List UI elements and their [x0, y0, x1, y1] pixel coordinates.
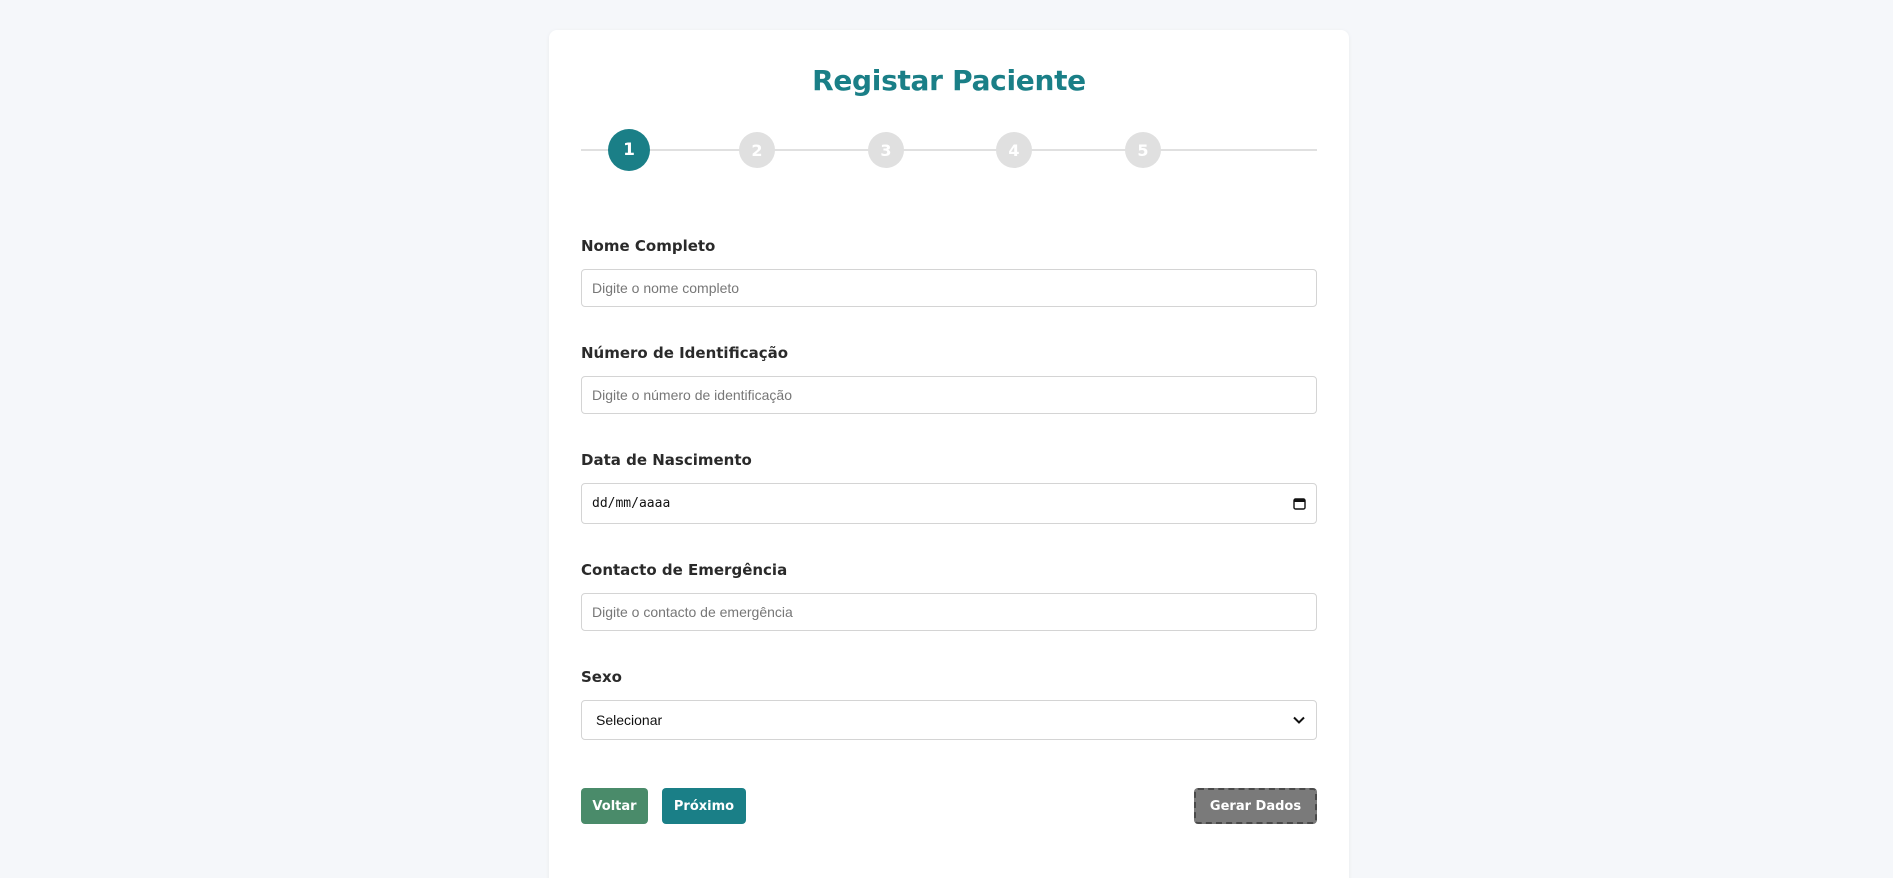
step-1[interactable]: 1 [608, 129, 650, 171]
step-2[interactable]: 2 [739, 132, 775, 168]
next-button[interactable]: Próximo [662, 788, 746, 824]
chevron-down-icon [1292, 713, 1306, 727]
full-name-label: Nome Completo [581, 237, 716, 255]
emergency-contact-label: Contacto de Emergência [581, 561, 788, 579]
back-button[interactable]: Voltar [581, 788, 648, 824]
page-title: Registar Paciente [812, 64, 1086, 97]
step-3[interactable]: 3 [868, 132, 904, 168]
sex-select[interactable]: Selecionar [581, 700, 1317, 740]
step-5[interactable]: 5 [1125, 132, 1161, 168]
step-4[interactable]: 4 [996, 132, 1032, 168]
stepper: 1 2 3 4 5 [581, 128, 1317, 172]
id-number-label: Número de Identificação [581, 344, 789, 362]
registration-card: Registar Paciente 1 2 3 4 5 Nome Complet… [549, 30, 1349, 878]
calendar-icon[interactable] [1293, 497, 1306, 510]
full-name-input[interactable] [581, 269, 1317, 307]
sex-select-value: Selecionar [596, 712, 663, 728]
id-number-input[interactable] [581, 376, 1317, 414]
birth-date-display: dd/mm/aaaa [592, 496, 671, 511]
birth-date-input[interactable]: dd/mm/aaaa [581, 483, 1317, 524]
stepper-line [581, 149, 1317, 151]
emergency-contact-input[interactable] [581, 593, 1317, 631]
generate-data-button[interactable]: Gerar Dados [1194, 788, 1317, 824]
birth-date-label: Data de Nascimento [581, 451, 752, 469]
sex-label: Sexo [581, 668, 622, 686]
